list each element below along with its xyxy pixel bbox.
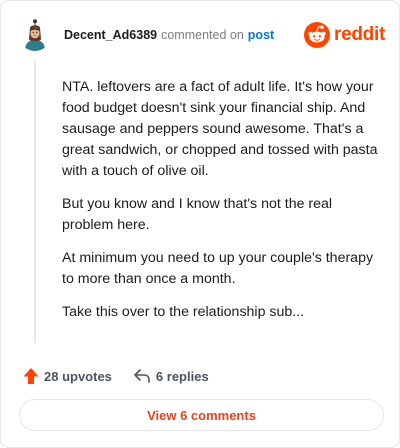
comment-header: Decent_Ad6389 commented on post reddit bbox=[19, 19, 385, 51]
comment-paragraph: Take this over to the relationship sub..… bbox=[62, 304, 305, 320]
reddit-wordmark: reddit bbox=[334, 24, 385, 45]
view-comments-button[interactable]: View 6 comments bbox=[19, 399, 384, 431]
comment-meta: Decent_Ad6389 commented on post bbox=[64, 27, 274, 43]
upvote-button[interactable]: 28 upvotes bbox=[18, 367, 112, 385]
reddit-brand[interactable]: reddit bbox=[304, 21, 385, 49]
upvotes-count: 28 upvotes bbox=[44, 368, 112, 384]
reply-arrow-icon bbox=[133, 368, 151, 384]
avatar[interactable] bbox=[19, 19, 51, 51]
reddit-logo-icon bbox=[304, 22, 331, 48]
comment-actions: 28 upvotes 6 replies bbox=[18, 365, 209, 387]
action-text: commented on bbox=[161, 28, 244, 42]
upvote-arrow-icon bbox=[23, 367, 39, 385]
comment-body: NTA. leftovers are a fact of adult life.… bbox=[62, 77, 380, 335]
comment-card: Decent_Ad6389 commented on post reddit N… bbox=[0, 0, 400, 448]
comment-paragraph: But you know and I know that's not the r… bbox=[62, 196, 333, 233]
post-link[interactable]: post bbox=[248, 28, 274, 42]
thread-line bbox=[34, 61, 36, 343]
comment-paragraph: NTA. leftovers are a fact of adult life.… bbox=[62, 79, 378, 179]
username-link[interactable]: Decent_Ad6389 bbox=[64, 28, 157, 42]
replies-count: 6 replies bbox=[155, 368, 209, 384]
reply-button[interactable]: 6 replies bbox=[128, 368, 209, 384]
comment-paragraph: At minimum you need to up your couple's … bbox=[62, 250, 374, 287]
